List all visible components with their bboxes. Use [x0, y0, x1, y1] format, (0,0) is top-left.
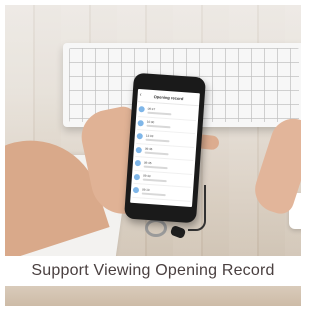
list-item[interactable]: 09:10 — [132, 183, 192, 202]
photo-scene: ‹ Opening record 09:47 10:00 13:03 09:46… — [5, 5, 301, 256]
smartphone: ‹ Opening record 09:47 10:00 13:03 09:46… — [123, 72, 207, 224]
record-detail — [141, 192, 166, 196]
back-arrow-icon[interactable]: ‹ — [139, 90, 142, 100]
record-detail — [143, 165, 168, 169]
user-avatar-icon — [135, 146, 143, 154]
desk-edge — [5, 286, 301, 306]
user-avatar-icon — [137, 119, 144, 127]
caption-bar: Support Viewing Opening Record — [5, 256, 301, 286]
record-detail — [147, 111, 172, 116]
user-avatar-icon — [138, 106, 145, 113]
caption-text: Support Viewing Opening Record — [31, 262, 275, 279]
user-avatar-icon — [136, 133, 143, 140]
phone-screen: ‹ Opening record 09:47 10:00 13:03 09:46… — [130, 88, 200, 208]
app-title: Opening record — [153, 93, 184, 101]
user-avatar-icon — [133, 173, 141, 181]
record-detail — [144, 151, 169, 156]
product-image: ‹ Opening record 09:47 10:00 13:03 09:46… — [0, 0, 305, 311]
record-detail — [142, 178, 167, 183]
record-detail — [146, 124, 171, 129]
user-avatar-icon — [134, 160, 142, 167]
user-avatar-icon — [132, 187, 140, 194]
record-list: 09:47 10:00 13:03 09:46 09:45 09:43 09:1… — [130, 102, 199, 203]
key-ring — [145, 219, 167, 237]
record-detail — [145, 138, 170, 143]
